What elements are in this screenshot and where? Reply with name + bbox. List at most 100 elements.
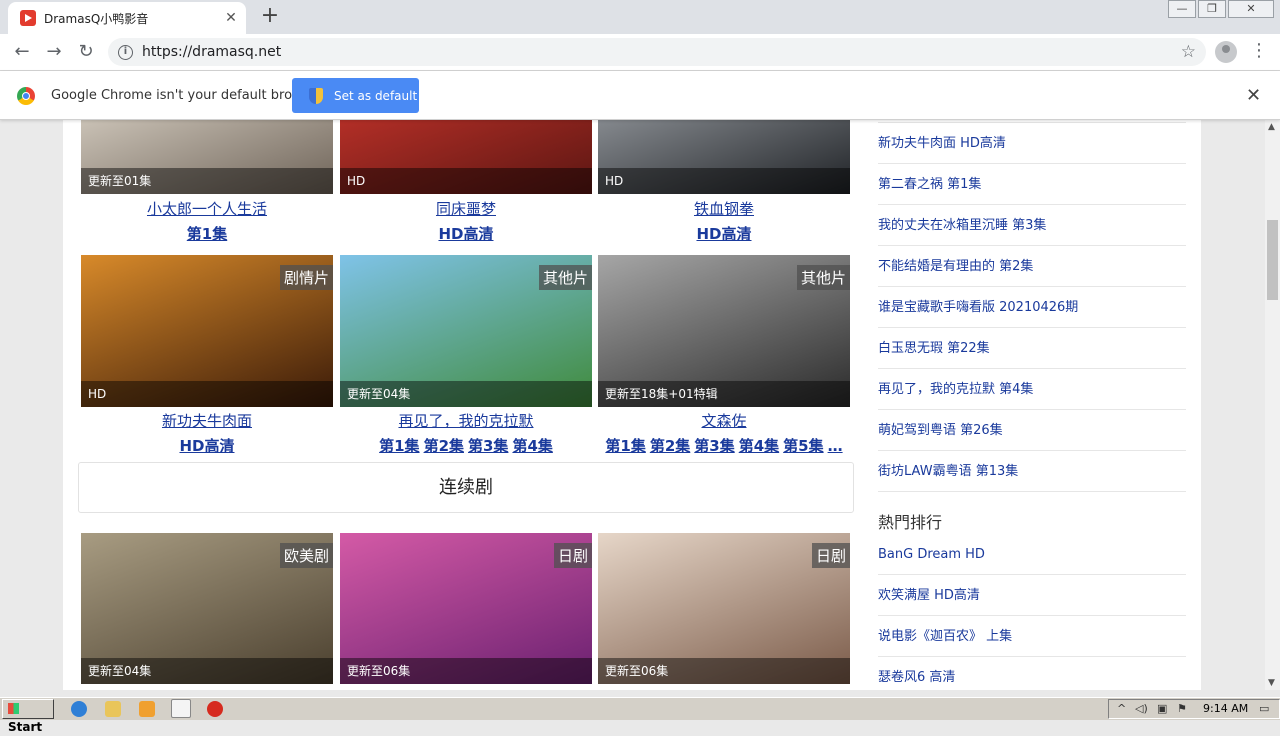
update-status: 更新至04集 bbox=[340, 381, 592, 407]
reload-icon[interactable]: ↻ bbox=[74, 40, 98, 64]
new-tab-button[interactable]: + bbox=[258, 5, 282, 27]
episode-link[interactable]: HD高清 bbox=[179, 437, 234, 455]
episode-links: 第1集 bbox=[81, 223, 333, 244]
sidebar-latest-link[interactable]: 萌妃驾到粤语 第26集 bbox=[878, 410, 1186, 451]
episode-link[interactable]: HD高清 bbox=[438, 225, 493, 243]
media-player-icon[interactable] bbox=[139, 701, 155, 717]
system-tray: ^ ◁) ▣ ⚑ 9:14 AM ▭ bbox=[1108, 699, 1280, 719]
back-icon[interactable]: ← bbox=[10, 40, 34, 64]
url-text[interactable]: https://dramasq.net bbox=[142, 44, 1181, 60]
episode-links: 第1集 第2集 第3集 第4集 bbox=[340, 435, 592, 456]
sidebar-latest-link[interactable]: 不能结婚是有理由的 第2集 bbox=[878, 246, 1186, 287]
poster-image[interactable]: 其他片 更新至18集+01特辑 bbox=[598, 255, 850, 407]
page-scrollbar[interactable]: ▲ ▼ bbox=[1265, 120, 1280, 690]
sidebar-hot-link[interactable]: 欢笑满屋 HD高清 bbox=[878, 575, 1186, 616]
episode-link[interactable]: 第4集 bbox=[512, 437, 552, 455]
poster-image[interactable]: HD bbox=[340, 120, 592, 194]
episode-links: HD高清 bbox=[598, 223, 850, 244]
update-status: HD bbox=[598, 168, 850, 194]
page-content: 更新至01集 小太郎一个人生活 第1集 HD 同床噩梦 HD高清 HD 铁血钢拳 HD高清 剧情片… bbox=[63, 120, 1201, 690]
tab-strip: DramasQ小鸭影音 ✕ + — ❐ ✕ bbox=[0, 0, 1280, 34]
poster-image[interactable]: HD bbox=[598, 120, 850, 194]
episode-link[interactable]: 第1集 bbox=[379, 437, 419, 455]
sidebar-latest-link[interactable]: 谁是宝藏歌手嗨看版 20210426期 bbox=[878, 287, 1186, 328]
antivirus-icon[interactable] bbox=[207, 701, 223, 717]
poster-image[interactable]: 其他片 更新至04集 bbox=[340, 255, 592, 407]
sidebar-hot-link[interactable]: BanG Dream HD bbox=[878, 534, 1186, 575]
category-badge: 日剧 bbox=[811, 543, 850, 568]
poster-image[interactable]: 剧情片 HD bbox=[81, 255, 333, 407]
uac-shield-icon bbox=[309, 87, 323, 104]
episode-links: HD高清 bbox=[340, 223, 592, 244]
update-status: 更新至06集 bbox=[340, 658, 592, 684]
episode-links: HD高清 bbox=[81, 435, 333, 456]
start-button[interactable]: Start bbox=[2, 699, 54, 734]
scroll-up-icon[interactable]: ▲ bbox=[1268, 122, 1275, 132]
episode-link[interactable]: 第4集 bbox=[739, 437, 779, 455]
sidebar-latest-link[interactable]: 白玉思无瑕 第22集 bbox=[878, 328, 1186, 369]
video-title-link[interactable]: 文森佐 bbox=[598, 410, 850, 431]
sidebar-latest-link[interactable]: 第二春之祸 第1集 bbox=[878, 164, 1186, 205]
set-as-default-button[interactable]: Set as default bbox=[292, 78, 419, 113]
profile-avatar-icon[interactable] bbox=[1215, 41, 1237, 63]
episode-link[interactable]: 第1集 bbox=[187, 225, 227, 243]
infobar-close-icon[interactable]: ✕ bbox=[1246, 85, 1261, 106]
network-icon[interactable]: ▣ bbox=[1157, 700, 1167, 718]
poster-image[interactable]: 欧美剧 更新至04集 bbox=[81, 533, 333, 684]
poster-image[interactable]: 更新至01集 bbox=[81, 120, 333, 194]
tab-dramasq[interactable]: DramasQ小鸭影音 ✕ bbox=[8, 2, 246, 34]
episode-link[interactable]: 第3集 bbox=[468, 437, 508, 455]
sidebar-latest-link[interactable]: 我的丈夫在冰箱里沉睡 第3集 bbox=[878, 205, 1186, 246]
scrollbar-thumb[interactable] bbox=[1267, 220, 1278, 300]
restore-button[interactable]: ❐ bbox=[1198, 0, 1226, 18]
video-title-link[interactable]: 小太郎一个人生活 bbox=[81, 198, 333, 219]
episode-links: 第1集 第2集 第3集 第4集 第5集 … bbox=[598, 435, 850, 456]
chrome-menu-icon[interactable]: ⋮ bbox=[1250, 40, 1268, 61]
sidebar-latest-link[interactable]: 街坊LAW霸粤语 第13集 bbox=[878, 451, 1186, 492]
episode-link[interactable]: 第2集 bbox=[650, 437, 690, 455]
ie-icon[interactable] bbox=[71, 701, 87, 717]
explorer-folder-icon[interactable] bbox=[105, 701, 121, 717]
chrome-taskbar-button[interactable] bbox=[171, 699, 191, 718]
episode-link[interactable]: 第1集 bbox=[605, 437, 645, 455]
sidebar-hot-link[interactable]: 说电影《迦百农》 上集 bbox=[878, 616, 1186, 657]
update-status: 更新至01集 bbox=[81, 168, 333, 194]
hot-ranking-heading: 熱門排行 bbox=[878, 513, 943, 532]
sidebar-latest-link[interactable]: 再见了，我的克拉默 第4集 bbox=[878, 369, 1186, 410]
forward-icon[interactable]: → bbox=[42, 40, 66, 64]
tab-close-icon[interactable]: ✕ bbox=[222, 10, 240, 26]
video-title-link[interactable]: 新功夫牛肉面 bbox=[81, 410, 333, 431]
window-controls: — ❐ ✕ bbox=[1166, 0, 1274, 18]
category-badge: 欧美剧 bbox=[279, 543, 333, 568]
category-badge: 其他片 bbox=[796, 265, 850, 290]
tray-expand-icon[interactable]: ^ bbox=[1117, 700, 1126, 718]
update-status: 更新至06集 bbox=[598, 658, 850, 684]
default-browser-infobar: Google Chrome isn't your default browser… bbox=[0, 71, 1280, 120]
show-desktop-icon[interactable]: ▭ bbox=[1259, 700, 1269, 718]
video-title-link[interactable]: 再见了，我的克拉默 bbox=[340, 410, 592, 431]
page-viewport: 更新至01集 小太郎一个人生活 第1集 HD 同床噩梦 HD高清 HD 铁血钢拳 HD高清 剧情片… bbox=[0, 120, 1265, 690]
episode-link[interactable]: 第5集 bbox=[783, 437, 823, 455]
video-title-link[interactable]: 铁血钢拳 bbox=[598, 198, 850, 219]
video-title-link[interactable]: 同床噩梦 bbox=[340, 198, 592, 219]
flag-icon[interactable]: ⚑ bbox=[1177, 700, 1187, 718]
volume-icon[interactable]: ◁) bbox=[1135, 700, 1148, 718]
close-window-button[interactable]: ✕ bbox=[1228, 0, 1274, 18]
section-heading-tv-series: 连续剧 bbox=[78, 462, 854, 513]
minimize-button[interactable]: — bbox=[1168, 0, 1196, 18]
update-status: HD bbox=[340, 168, 592, 194]
sidebar-hot-link[interactable]: 瑟卷风6 高清 bbox=[878, 657, 1186, 690]
set-as-default-label: Set as default bbox=[334, 88, 418, 103]
episode-link[interactable]: … bbox=[828, 437, 843, 455]
poster-image[interactable]: 日剧 更新至06集 bbox=[340, 533, 592, 684]
sidebar-latest-link[interactable]: 新功夫牛肉面 HD高清 bbox=[878, 123, 1186, 164]
poster-image[interactable]: 日剧更新至06集 bbox=[598, 533, 850, 684]
episode-link[interactable]: 第2集 bbox=[424, 437, 464, 455]
start-label: Start bbox=[8, 720, 43, 734]
site-info-icon[interactable]: i bbox=[118, 44, 133, 60]
address-bar[interactable]: i https://dramasq.net ☆ bbox=[108, 38, 1206, 66]
episode-link[interactable]: 第3集 bbox=[694, 437, 734, 455]
bookmark-star-icon[interactable]: ☆ bbox=[1181, 42, 1196, 62]
scroll-down-icon[interactable]: ▼ bbox=[1268, 678, 1275, 688]
episode-link[interactable]: HD高清 bbox=[696, 225, 751, 243]
